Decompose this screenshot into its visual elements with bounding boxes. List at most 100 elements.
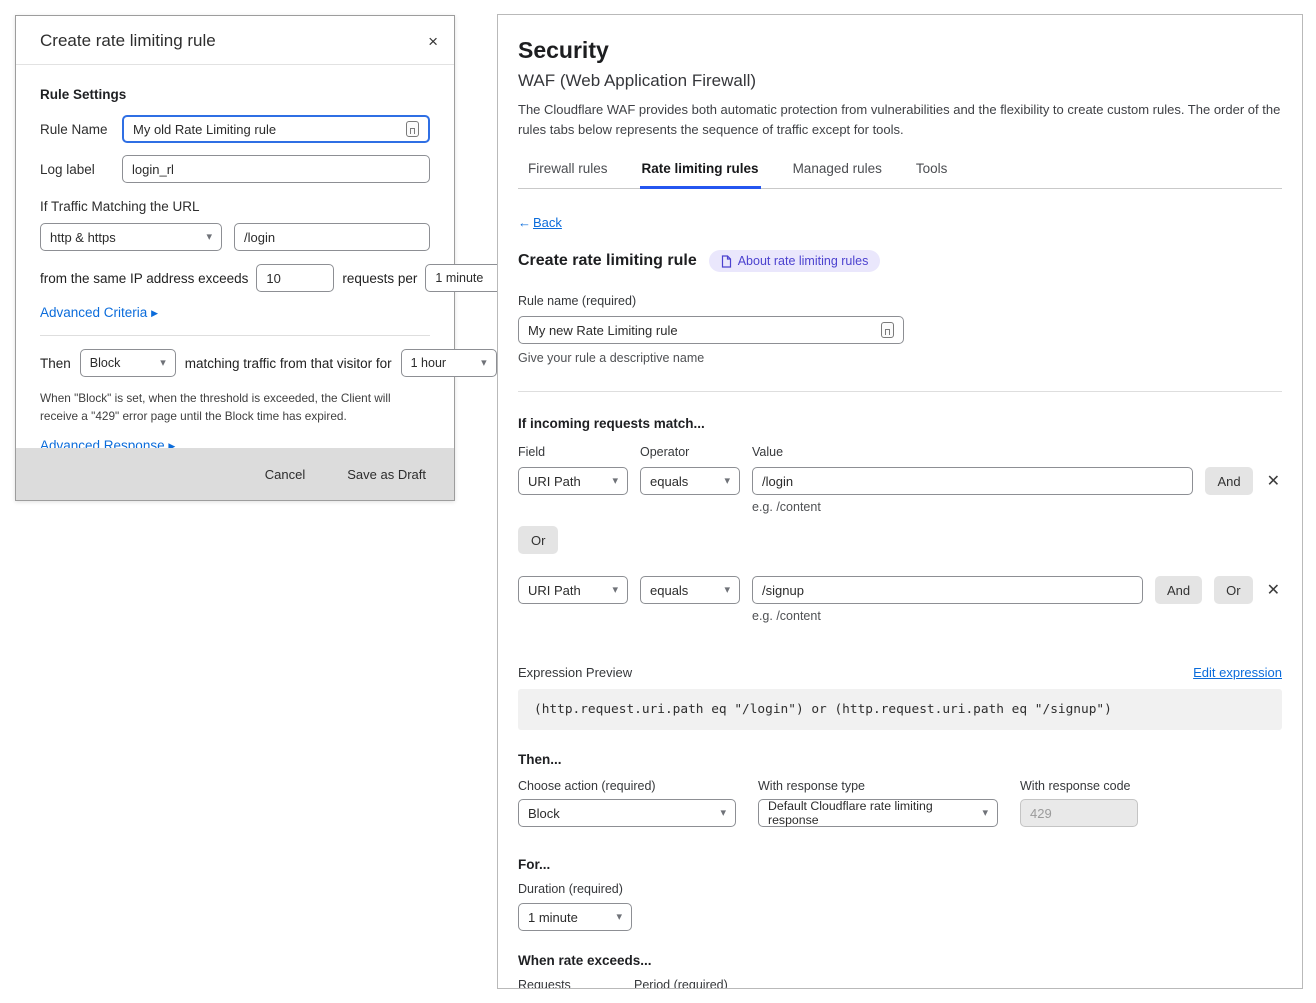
field-column-label: Field — [518, 445, 628, 459]
chevron-down-icon: ▾ — [612, 476, 618, 487]
operator-select[interactable]: equals ▾ — [640, 576, 740, 604]
field-select[interactable]: URI Path ▾ — [518, 467, 628, 495]
log-label-input[interactable] — [122, 155, 430, 183]
rule-name-input[interactable]: My old Rate Limiting rule — [122, 115, 430, 143]
traffic-match-label: If Traffic Matching the URL — [40, 199, 430, 214]
doc-icon — [721, 255, 732, 268]
ban-duration-select[interactable]: 1 hour ▾ — [401, 349, 497, 377]
chevron-down-icon: ▾ — [616, 912, 622, 923]
value-input[interactable] — [752, 576, 1143, 604]
or-button[interactable]: Or — [518, 526, 558, 554]
tab-firewall-rules[interactable]: Firewall rules — [526, 155, 610, 189]
back-label: Back — [533, 215, 562, 230]
requests-input[interactable] — [256, 264, 334, 292]
back-arrow-icon: ← — [518, 215, 531, 230]
rule-name-label: Rule Name — [40, 122, 112, 137]
about-rate-limiting-badge[interactable]: About rate limiting rules — [709, 250, 881, 272]
field-value: URI Path — [528, 474, 581, 489]
page-description: The Cloudflare WAF provides both automat… — [518, 100, 1282, 139]
chevron-down-icon: ▾ — [612, 585, 618, 596]
chevron-down-icon: ▾ — [720, 808, 726, 819]
requests-suffix: requests per — [342, 271, 417, 286]
modal-title: Create rate limiting rule — [40, 31, 216, 51]
match-row: URI Path ▾ equals ▾ And Or ✕ — [518, 576, 1282, 604]
disclosure-arrow-icon: ▶ — [151, 308, 158, 318]
value-helper: e.g. /content — [752, 500, 1282, 514]
expression-preview-code: (http.request.uri.path eq "/login") or (… — [518, 689, 1282, 730]
period-label: Period (required) — [634, 978, 728, 989]
response-type-select[interactable]: Default Cloudflare rate limiting respons… — [758, 799, 998, 827]
chevron-down-icon: ▾ — [206, 232, 212, 243]
then-label: Then — [40, 356, 71, 371]
choose-action-value: Block — [528, 806, 560, 821]
modal-footer: Cancel Save as Draft — [16, 448, 454, 500]
modal-header: Create rate limiting rule × — [16, 16, 454, 65]
scheme-value: http & https — [50, 230, 116, 245]
choose-action-label: Choose action (required) — [518, 779, 736, 793]
save-as-draft-button[interactable]: Save as Draft — [347, 467, 426, 482]
response-type-value: Default Cloudflare rate limiting respons… — [768, 799, 974, 827]
action-value: Block — [90, 356, 121, 370]
tab-managed-rules[interactable]: Managed rules — [791, 155, 884, 189]
then-heading: Then... — [518, 752, 1282, 767]
page-title: Security — [518, 37, 1282, 64]
back-link[interactable]: ←Back — [518, 215, 562, 230]
divider — [40, 335, 430, 336]
autofill-icon[interactable] — [881, 322, 894, 338]
duration-select[interactable]: 1 minute ▾ — [518, 903, 632, 931]
or-button[interactable]: Or — [1214, 576, 1252, 604]
field-select[interactable]: URI Path ▾ — [518, 576, 628, 604]
duration-label: Duration (required) — [518, 882, 1282, 896]
remove-row-icon[interactable]: ✕ — [1265, 471, 1282, 491]
response-code-input — [1020, 799, 1138, 827]
rate-heading: When rate exceeds... — [518, 953, 1282, 968]
duration-value: 1 minute — [528, 910, 578, 925]
edit-expression-link[interactable]: Edit expression — [1193, 665, 1282, 680]
exceeds-prefix: from the same IP address exceeds — [40, 271, 248, 286]
page-subtitle: WAF (Web Application Firewall) — [518, 71, 1282, 91]
operator-value: equals — [650, 474, 688, 489]
rule-name-label: Rule name (required) — [518, 294, 1282, 308]
then-suffix: matching traffic from that visitor for — [185, 356, 392, 371]
cancel-button[interactable]: Cancel — [265, 467, 305, 482]
requests-label: Requests (required) — [518, 978, 622, 989]
period-value: 1 minute — [435, 271, 483, 285]
rule-name-value: My new Rate Limiting rule — [528, 323, 678, 338]
value-helper: e.g. /content — [752, 609, 1282, 623]
action-select[interactable]: Block ▾ — [80, 349, 176, 377]
rule-name-helper: Give your rule a descriptive name — [518, 351, 1282, 365]
remove-row-icon[interactable]: ✕ — [1265, 580, 1282, 600]
response-type-label: With response type — [758, 779, 998, 793]
scheme-select[interactable]: http & https ▾ — [40, 223, 222, 251]
match-heading: If incoming requests match... — [518, 416, 1282, 431]
chevron-down-icon: ▾ — [724, 476, 730, 487]
chevron-down-icon: ▾ — [160, 358, 166, 369]
autofill-icon[interactable] — [406, 121, 419, 137]
and-button[interactable]: And — [1205, 467, 1252, 495]
value-input[interactable] — [752, 467, 1193, 495]
ban-duration-value: 1 hour — [411, 356, 446, 370]
waf-tabs: Firewall rules Rate limiting rules Manag… — [518, 155, 1282, 189]
and-button[interactable]: And — [1155, 576, 1202, 604]
chevron-down-icon: ▾ — [481, 358, 487, 369]
create-rate-limiting-rule-modal: Create rate limiting rule × Rule Setting… — [15, 15, 455, 501]
create-rule-heading: Create rate limiting rule — [518, 252, 697, 270]
tab-rate-limiting-rules[interactable]: Rate limiting rules — [640, 155, 761, 189]
security-waf-panel: Security WAF (Web Application Firewall) … — [497, 14, 1303, 989]
match-row: URI Path ▾ equals ▾ And ✕ — [518, 467, 1282, 495]
url-input[interactable] — [234, 223, 430, 251]
rule-settings-heading: Rule Settings — [40, 87, 430, 102]
tab-tools[interactable]: Tools — [914, 155, 950, 189]
chevron-down-icon: ▾ — [724, 585, 730, 596]
close-icon[interactable]: × — [428, 33, 438, 50]
rule-name-input[interactable]: My new Rate Limiting rule — [518, 316, 904, 344]
operator-value: equals — [650, 583, 688, 598]
rule-name-value: My old Rate Limiting rule — [133, 122, 276, 137]
for-heading: For... — [518, 857, 1282, 872]
response-code-label: With response code — [1020, 779, 1138, 793]
choose-action-select[interactable]: Block ▾ — [518, 799, 736, 827]
log-label-label: Log label — [40, 162, 112, 177]
operator-select[interactable]: equals ▾ — [640, 467, 740, 495]
block-note: When "Block" is set, when the threshold … — [40, 389, 430, 426]
advanced-criteria-link[interactable]: Advanced Criteria ▶ — [40, 305, 158, 320]
